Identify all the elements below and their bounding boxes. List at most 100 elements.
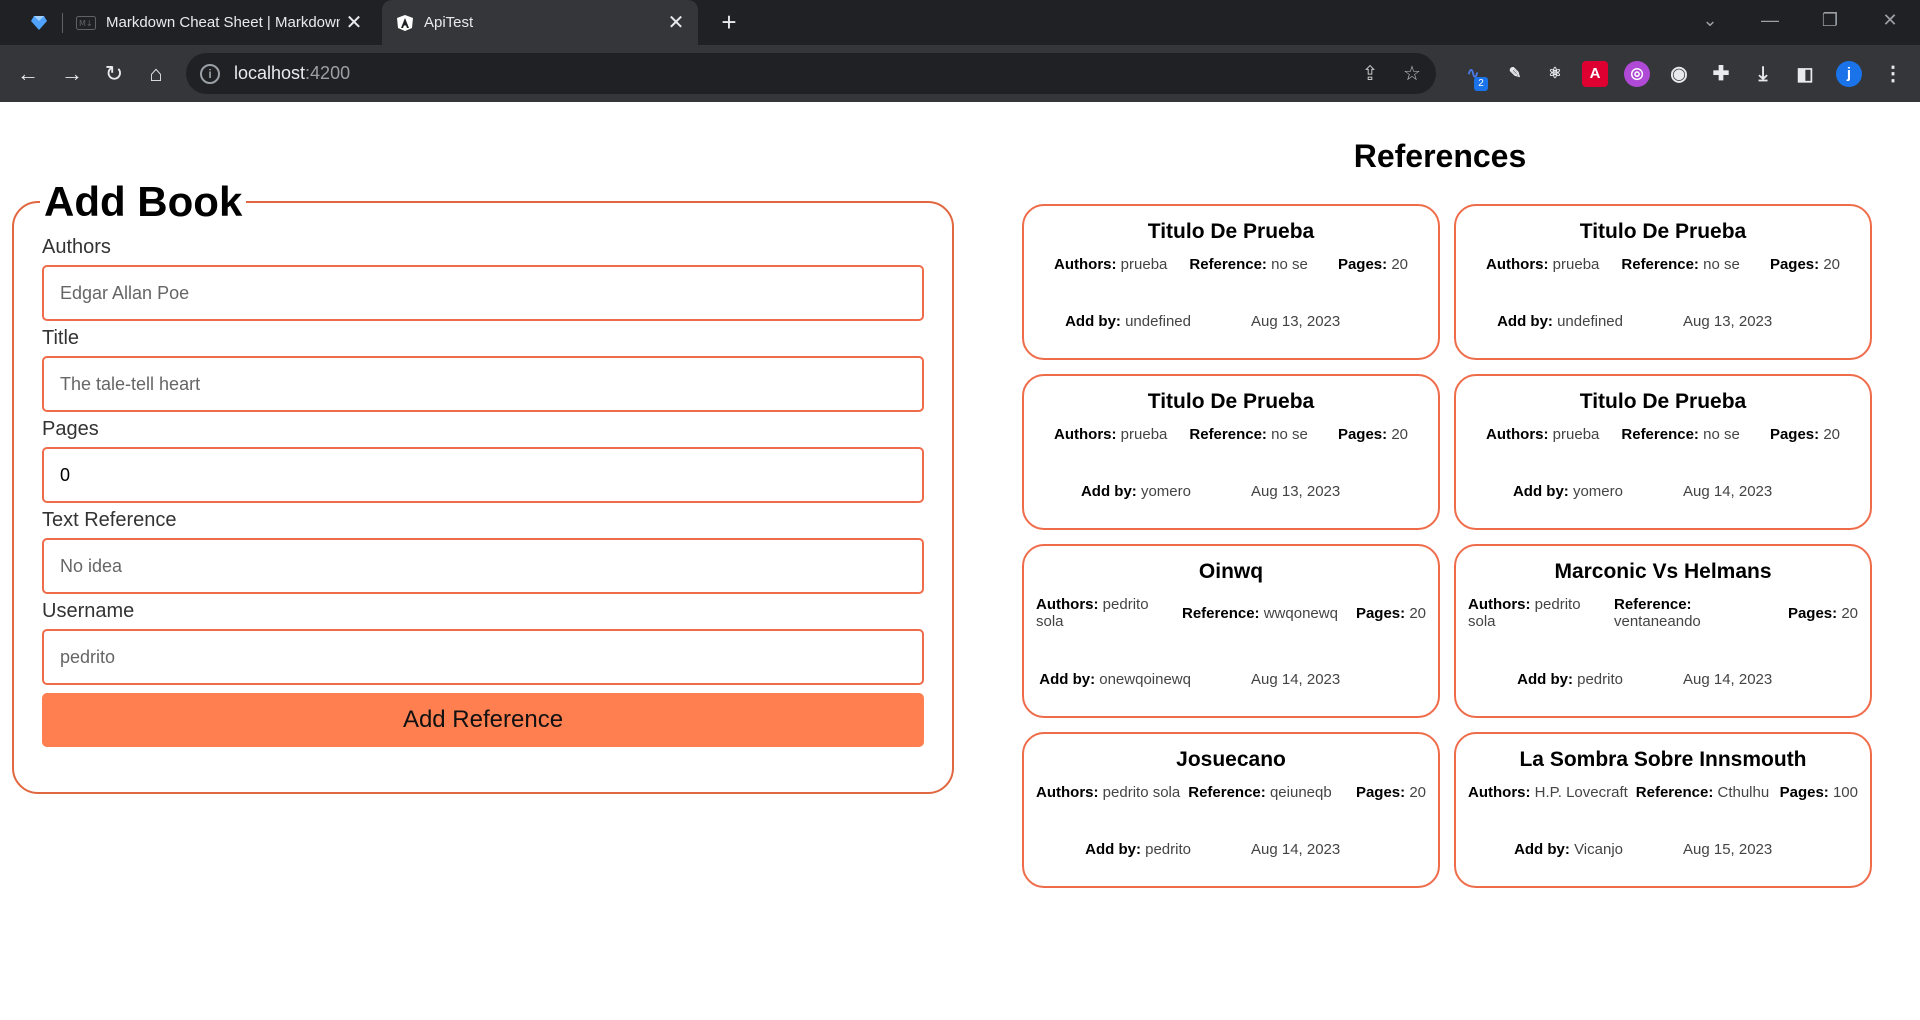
page-content: Add Book Authors Title Pages Text Refere… [0, 102, 1920, 1020]
text-reference-input[interactable] [42, 538, 924, 594]
card-reference: Reference: ventaneando [1614, 596, 1701, 630]
pages-input[interactable] [42, 447, 924, 503]
authors-input[interactable] [42, 265, 924, 321]
pages-label: Pages [42, 418, 99, 440]
card-pages: Pages: 20 [1355, 605, 1426, 622]
card-date: Aug 14, 2023 [1683, 483, 1773, 500]
tab-title: Markdown Cheat Sheet | Markdown [106, 14, 340, 31]
share-icon[interactable]: ⇪ [1358, 62, 1382, 86]
card-added-by: Add by: undefined [1497, 313, 1623, 330]
card-date: Aug 13, 2023 [1251, 483, 1341, 500]
forward-icon[interactable]: → [54, 56, 90, 92]
url-port: :4200 [305, 63, 351, 83]
card-pages: Pages: 20 [1337, 256, 1408, 273]
card-date: Aug 15, 2023 [1683, 841, 1773, 858]
card-pages: Pages: 100 [1779, 784, 1858, 801]
card-pages: Pages: 20 [1769, 426, 1840, 443]
address-bar[interactable]: i localhost:4200 ⇪ ☆ [186, 53, 1436, 94]
card-authors: Authors: prueba [1054, 426, 1168, 443]
bookmark-star-icon[interactable]: ☆ [1400, 62, 1424, 86]
site-info-icon[interactable]: i [200, 63, 220, 84]
home-icon[interactable]: ⌂ [138, 56, 174, 92]
text-reference-label: Text Reference [42, 509, 177, 531]
card-date: Aug 13, 2023 [1683, 313, 1773, 330]
card-added-by: Add by: onewqoinewq [1039, 671, 1191, 688]
card-pages: Pages: 20 [1355, 784, 1426, 801]
card-title: Titulo De Prueba [1147, 390, 1315, 413]
reload-icon[interactable]: ↻ [96, 56, 132, 92]
react-devtools-icon[interactable]: ⚛ [1542, 61, 1568, 87]
browser-menu-icon[interactable]: ⋮ [1880, 61, 1906, 87]
reference-card: Oinwq Authors: pedrito sola Reference: w… [1022, 544, 1440, 718]
back-icon[interactable]: ← [10, 56, 46, 92]
username-input[interactable] [42, 629, 924, 685]
extension-purple-icon[interactable]: ◎ [1624, 61, 1650, 87]
card-authors: Authors: prueba [1486, 426, 1600, 443]
card-title: Oinwq [1198, 560, 1264, 583]
username-label: Username [42, 600, 135, 622]
add-reference-button[interactable]: Add Reference [42, 693, 924, 747]
card-reference: Reference: no se [1189, 256, 1308, 273]
card-reference: Reference: no se [1621, 256, 1740, 273]
angular-devtools-icon[interactable]: A [1582, 61, 1608, 87]
card-added-by: Add by: undefined [1065, 313, 1191, 330]
card-pages: Pages: 20 [1787, 605, 1858, 622]
card-date: Aug 13, 2023 [1251, 313, 1341, 330]
tab-title: ApiTest [424, 14, 474, 31]
add-book-form: Add Book Authors Title Pages Text Refere… [12, 178, 954, 794]
card-authors: Authors: prueba [1486, 256, 1600, 273]
extension-target-icon[interactable]: ◉ [1666, 61, 1692, 87]
tab-search-icon[interactable]: ⌄ [1680, 0, 1740, 40]
card-added-by: Add by: yomero [1512, 483, 1623, 500]
side-panel-icon[interactable]: ◧ [1792, 61, 1818, 87]
card-added-by: Add by: Vicanjo [1514, 841, 1623, 858]
reference-card: Marconic Vs Helmans Authors: pedrito sol… [1454, 544, 1872, 718]
card-pages: Pages: 20 [1769, 256, 1840, 273]
card-date: Aug 14, 2023 [1683, 671, 1773, 688]
card-title: Titulo De Prueba [1147, 220, 1315, 243]
minimize-icon[interactable]: — [1740, 0, 1800, 40]
authors-label: Authors [42, 236, 111, 258]
card-authors: Authors: pedrito sola [1036, 784, 1181, 801]
close-window-icon[interactable]: ✕ [1860, 0, 1920, 40]
profile-avatar[interactable]: j [1836, 61, 1862, 87]
url-text[interactable]: localhost:4200 [234, 63, 350, 84]
reference-card: Titulo De Prueba Authors: prueba Referen… [1022, 204, 1440, 360]
card-authors: Authors: prueba [1054, 256, 1168, 273]
references-title: References [1353, 138, 1527, 174]
extensions-puzzle-icon[interactable]: ✚ [1708, 61, 1734, 87]
tab-close-icon[interactable]: ✕ [662, 10, 690, 35]
card-title: Titulo De Prueba [1579, 220, 1747, 243]
url-host: localhost [234, 63, 306, 83]
card-date: Aug 14, 2023 [1251, 841, 1341, 858]
form-legend: Add Book [44, 178, 243, 225]
new-tab-button[interactable]: + [712, 6, 746, 40]
card-title: La Sombra Sobre Innsmouth [1519, 748, 1807, 771]
reference-card: Titulo De Prueba Authors: prueba Referen… [1454, 374, 1872, 530]
title-input[interactable] [42, 356, 924, 412]
svg-text:M↓: M↓ [79, 19, 93, 28]
card-title: Titulo De Prueba [1579, 390, 1747, 413]
restore-icon[interactable]: ❐ [1800, 0, 1860, 40]
card-reference: Reference: no se [1189, 426, 1308, 443]
card-authors: Authors: pedrito sola [1468, 596, 1581, 630]
tab-apitest[interactable]: ApiTest ✕ [382, 0, 698, 45]
download-icon[interactable]: ⤓ [1750, 61, 1776, 87]
reference-card: La Sombra Sobre Innsmouth Authors: H.P. … [1454, 732, 1872, 888]
color-picker-icon[interactable]: ✎ [1502, 61, 1528, 87]
card-added-by: Add by: pedrito [1517, 671, 1623, 688]
extension-badge: 2 [1474, 77, 1488, 91]
title-label: Title [42, 327, 80, 349]
markdown-favicon-icon: M↓ [76, 15, 96, 30]
card-title: Marconic Vs Helmans [1554, 560, 1772, 583]
reference-card: Titulo De Prueba Authors: prueba Referen… [1022, 374, 1440, 530]
card-reference: Reference: no se [1621, 426, 1740, 443]
tab-close-icon[interactable]: ✕ [340, 10, 368, 35]
tab-markdown-cheat-sheet[interactable]: M↓ Markdown Cheat Sheet | Markdown ✕ [66, 0, 376, 45]
browser-tab-strip: M↓ Markdown Cheat Sheet | Markdown ✕ Api… [0, 0, 1920, 45]
card-added-by: Add by: pedrito [1085, 841, 1191, 858]
card-reference: Reference: wwqonewq [1182, 605, 1338, 622]
card-reference: Reference: qeiuneqb [1188, 784, 1332, 801]
reference-card: Josuecano Authors: pedrito sola Referenc… [1022, 732, 1440, 888]
pinned-tab[interactable] [14, 0, 64, 45]
